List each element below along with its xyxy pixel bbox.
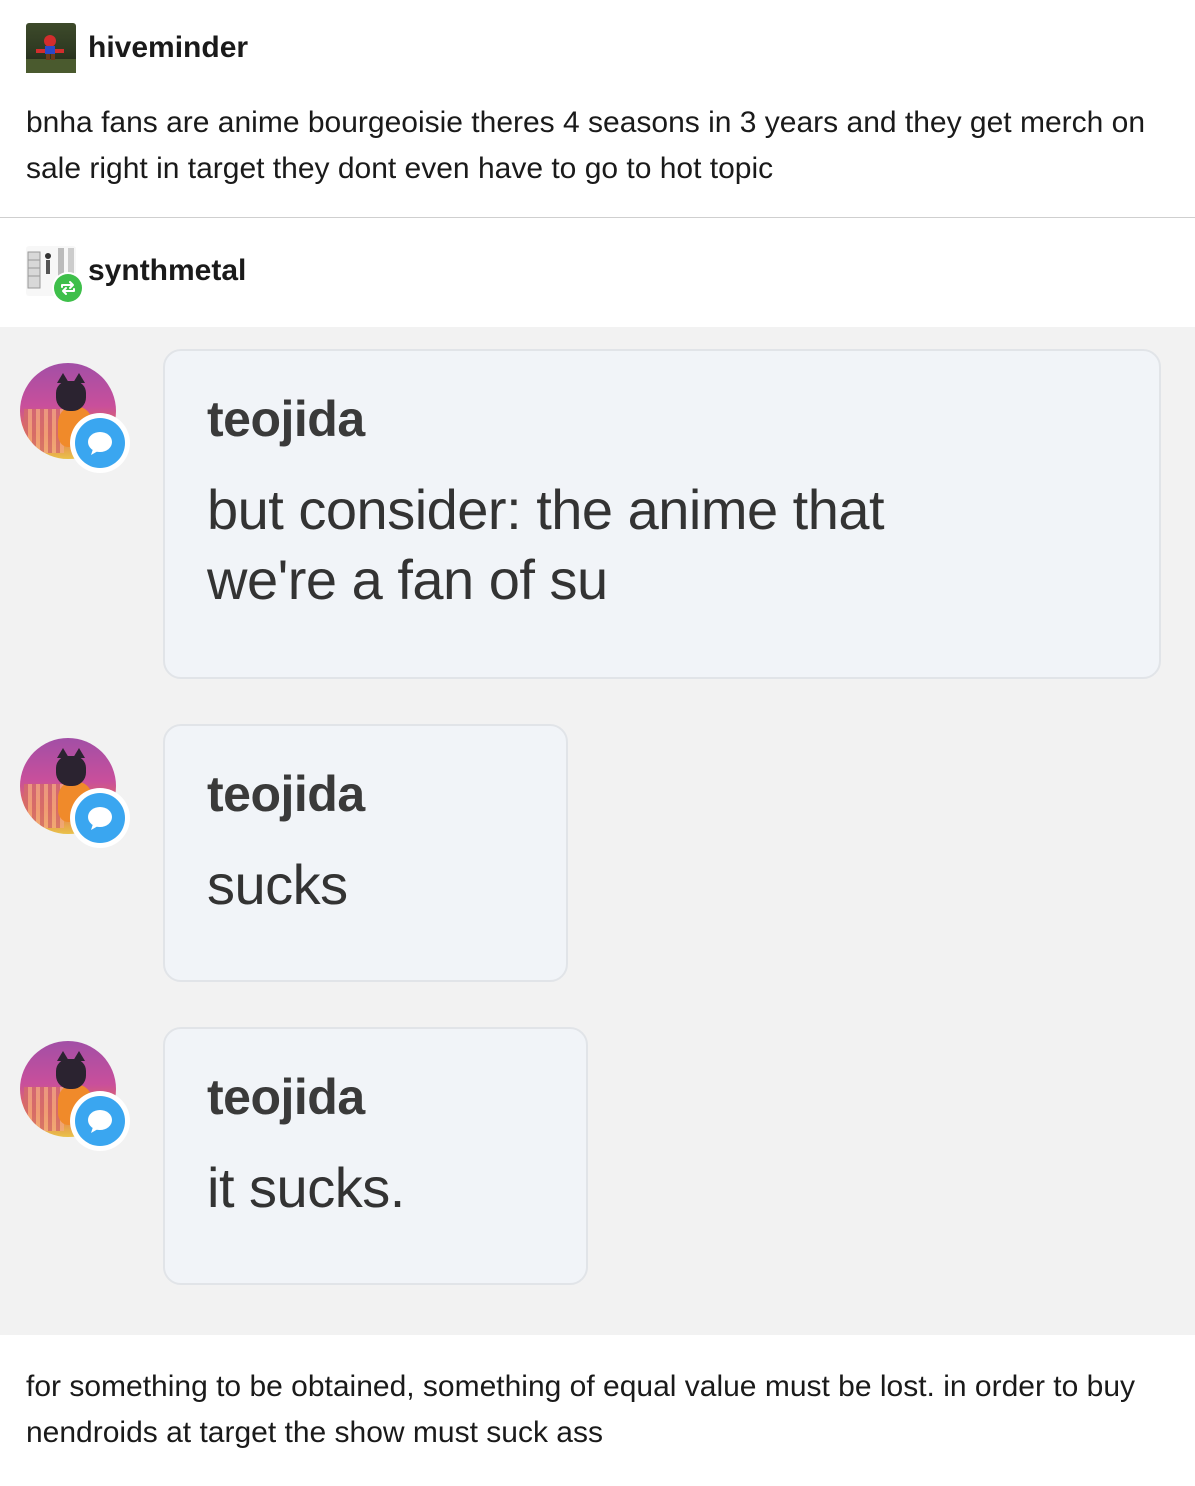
reblog-header: synthmetal (26, 246, 246, 304)
op-username[interactable]: hiveminder (88, 31, 248, 65)
message-sender: teojida (207, 391, 365, 447)
reblog-post-text: for something to be obtained, something … (26, 1370, 1136, 1449)
reblog-avatar[interactable] (26, 246, 84, 304)
reblog-username[interactable]: synthmetal (88, 254, 246, 288)
message-text: but consider: the anime that we're a fan… (207, 478, 885, 611)
message-bubble: teojida sucks (163, 724, 568, 982)
reblog-icon (52, 272, 84, 304)
message-bubble: teojida but consider: the anime that we'… (163, 349, 1161, 679)
messenger-icon (70, 788, 130, 848)
chat-screenshot: teojida but consider: the anime that we'… (0, 327, 1195, 1335)
op-post-text: bnha fans are anime bourgeoisie theres 4… (26, 106, 1146, 185)
message-sender: teojida (207, 766, 365, 822)
messenger-icon (70, 413, 130, 473)
message-sender: teojida (207, 1069, 365, 1125)
message-text: it sucks. (207, 1156, 405, 1219)
message-bubble: teojida it sucks. (163, 1027, 588, 1285)
message-text: sucks (207, 853, 348, 916)
mario-avatar-icon (26, 35, 76, 73)
op-header: hiveminder (26, 23, 248, 73)
op-avatar[interactable] (26, 23, 76, 73)
post-divider (0, 217, 1195, 218)
messenger-icon (70, 1091, 130, 1151)
